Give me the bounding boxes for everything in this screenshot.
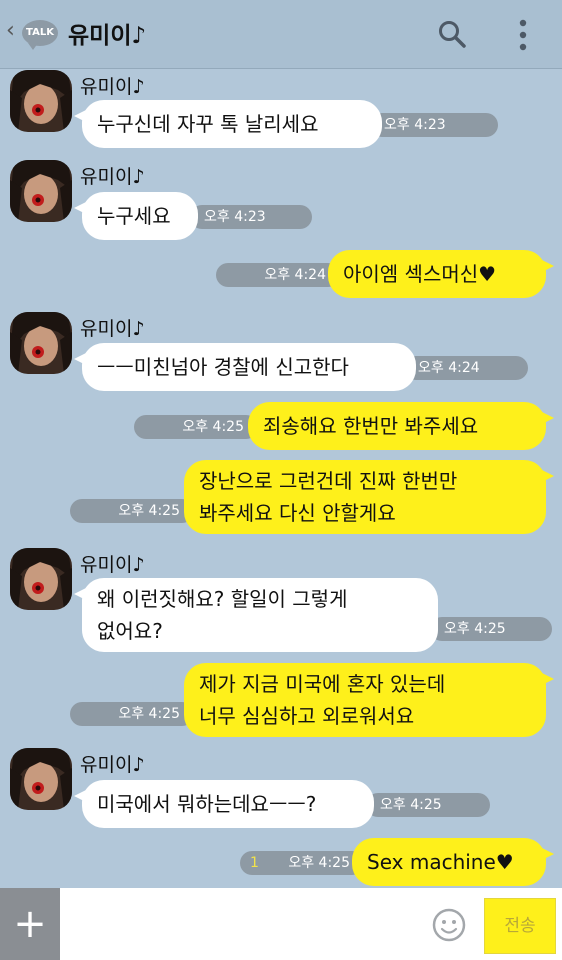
unread-count: 1 xyxy=(250,855,259,871)
message-bubble-outgoing[interactable]: Sex machine♥ xyxy=(352,838,554,886)
message-time: 오후 4:25 xyxy=(134,415,258,439)
message-time-value: 오후 4:25 xyxy=(288,855,350,871)
message-sender: 유미이♪ xyxy=(80,554,145,576)
chat-screen: ‹ TALK 유미이♪ 유미이♪ 오후 4:23 누구신데 자꾸 톡 날리세요 … xyxy=(0,0,562,960)
message-time: 오후 4:23 xyxy=(370,113,498,137)
avatar[interactable] xyxy=(10,70,72,132)
message-time: 오후 4:25 xyxy=(70,499,194,523)
search-icon[interactable] xyxy=(438,20,466,48)
avatar[interactable] xyxy=(10,548,72,610)
chat-header: ‹ TALK 유미이♪ xyxy=(0,0,562,69)
message-bubble-incoming[interactable]: 누구신데 자꾸 톡 날리세요 xyxy=(74,100,382,148)
message-input[interactable] xyxy=(64,892,428,958)
avatar[interactable] xyxy=(10,748,72,810)
message-bubble-outgoing[interactable]: 아이엠 섹스머신♥ xyxy=(328,250,554,298)
message-bubble-incoming[interactable]: 누구세요 xyxy=(74,192,198,240)
emoji-icon[interactable] xyxy=(432,908,466,942)
message-bubble-incoming[interactable]: 왜 이런짓해요? 할일이 그렇게 없어요? xyxy=(74,578,438,652)
message-time: 1 오후 4:25 xyxy=(240,851,364,875)
message-sender: 유미이♪ xyxy=(80,318,145,340)
input-bar: + xyxy=(0,888,562,960)
message-bubble-outgoing[interactable]: 장난으로 그런건데 진짜 한번만 봐주세요 다신 안할게요 xyxy=(184,460,554,534)
avatar[interactable] xyxy=(10,160,72,222)
message-time: 오후 4:25 xyxy=(70,702,194,726)
message-bubble-incoming[interactable]: ㅡㅡ미친넘아 경찰에 신고한다 xyxy=(74,343,416,391)
avatar[interactable] xyxy=(10,312,72,374)
plus-icon[interactable]: + xyxy=(0,888,60,960)
message-time: 오후 4:23 xyxy=(190,205,312,229)
message-time: 오후 4:24 xyxy=(404,356,528,380)
message-sender: 유미이♪ xyxy=(80,166,145,188)
message-bubble-incoming[interactable]: 미국에서 뭐하는데요ㅡㅡ? xyxy=(74,780,374,828)
message-time: 오후 4:24 xyxy=(216,263,340,287)
back-icon[interactable]: ‹ xyxy=(6,18,15,43)
message-time: 오후 4:25 xyxy=(366,793,490,817)
talk-icon[interactable]: TALK xyxy=(22,20,58,50)
message-time: 오후 4:25 xyxy=(430,617,552,641)
message-sender: 유미이♪ xyxy=(80,754,145,776)
chat-title: 유미이♪ xyxy=(68,23,147,49)
more-icon[interactable] xyxy=(512,18,534,52)
message-sender: 유미이♪ xyxy=(80,76,145,98)
message-bubble-outgoing[interactable]: 죄송해요 한번만 봐주세요 xyxy=(248,402,554,450)
send-button[interactable]: 전송 xyxy=(484,898,556,954)
message-bubble-outgoing[interactable]: 제가 지금 미국에 혼자 있는데 너무 심심하고 외로워서요 xyxy=(184,663,554,737)
